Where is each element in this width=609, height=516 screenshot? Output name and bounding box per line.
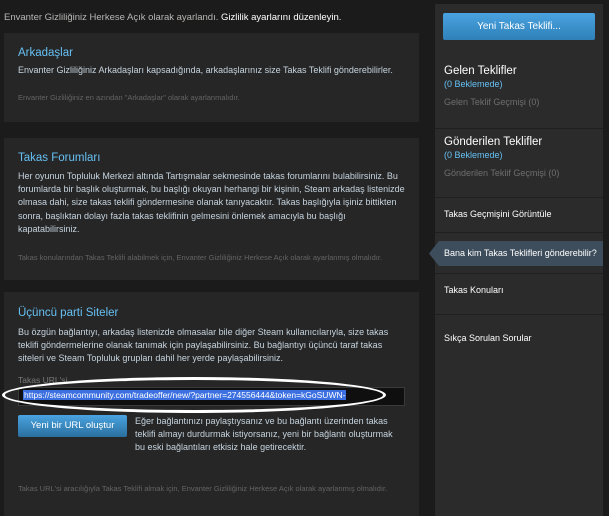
sent-pending-link[interactable]: (0 Beklemede) <box>444 150 599 160</box>
trade-url-input[interactable]: https://steamcommunity.com/tradeoffer/ne… <box>18 386 405 406</box>
trade-url-row: https://steamcommunity.com/tradeoffer/ne… <box>2 376 405 413</box>
trade-topics-link[interactable]: Takas Konuları <box>444 285 504 295</box>
friends-footnote: Envanter Gizliliğiniz en azından "Arkada… <box>18 93 240 103</box>
trade-forums-title: Takas Forumları <box>18 152 101 164</box>
trade-forums-description: Her oyunun Topluluk Merkezi altında Tart… <box>18 171 405 234</box>
third-party-panel: Üçüncü parti Siteler Bu özgün bağlantıyı… <box>2 292 419 516</box>
sent-offers-section: Gönderilen Teklifler (0 Beklemede) Gönde… <box>444 136 599 178</box>
edit-privacy-link[interactable]: Gizlilik ayarlarını düzenleyin. <box>221 12 341 23</box>
view-trade-history-link[interactable]: Takas Geçmişini Görüntüle <box>444 209 552 219</box>
trade-offers-sidebar: Yeni Takas Teklifi... Gelen Teklifler (0… <box>429 4 603 516</box>
sent-history-link[interactable]: Gönderilen Teklif Geçmişi (0) <box>444 168 599 178</box>
faq-link[interactable]: Sıkça Sorulan Sorular <box>444 333 532 343</box>
divider <box>435 314 603 315</box>
third-party-footnote: Takas URL'si aracılığıyla Takas Teklifi … <box>18 484 388 493</box>
incoming-pending-link[interactable]: (0 Beklemede) <box>444 79 599 89</box>
incoming-history-link[interactable]: Gelen Teklif Geçmişi (0) <box>444 97 599 107</box>
privacy-notice-text: Envanter Gizliliğiniz Herkese Açık olara… <box>4 12 219 23</box>
sent-offers-title[interactable]: Gönderilen Teklifler <box>444 136 599 148</box>
who-can-send-offers-link[interactable]: Bana kim Takas Teklifleri gönderebilir? <box>429 241 603 266</box>
trade-forums-footnote: Takas konularından Takas Teklifi alabilm… <box>18 253 383 263</box>
privacy-notice: Envanter Gizliliğiniz Herkese Açık olara… <box>4 12 424 23</box>
new-url-note: Eğer bağlantınızı paylaştıysanız ve bu b… <box>135 415 393 453</box>
friends-description: Envanter Gizliliğiniz Arkadaşları kapsad… <box>18 65 393 75</box>
friends-title: Arkadaşlar <box>18 47 73 59</box>
who-can-send-offers-label: Bana kim Takas Teklifleri gönderebilir? <box>444 248 597 258</box>
new-url-row: Yeni bir URL oluştur Eğer bağlantınızı p… <box>18 414 405 465</box>
incoming-offers-title[interactable]: Gelen Teklifler <box>444 65 599 77</box>
third-party-title: Üçüncü parti Siteler <box>18 307 119 319</box>
trade-forums-panel: Takas Forumları Her oyunun Topluluk Merk… <box>4 138 419 280</box>
friends-panel: Arkadaşlar Envanter Gizliliğiniz Arkadaş… <box>4 33 419 122</box>
divider <box>435 273 603 274</box>
incoming-offers-section: Gelen Teklifler (0 Beklemede) Gelen Tekl… <box>444 65 599 107</box>
third-party-description: Bu özgün bağlantıyı, arkadaş listenizde … <box>18 327 389 364</box>
trade-url-selected-text[interactable]: https://steamcommunity.com/tradeoffer/ne… <box>23 389 347 400</box>
divider <box>435 197 603 198</box>
trade-url-label: Takas URL'si <box>18 374 68 385</box>
create-new-url-button[interactable]: Yeni bir URL oluştur <box>18 414 127 437</box>
new-trade-offer-button[interactable]: Yeni Takas Teklifi... <box>443 13 595 40</box>
divider <box>435 232 603 233</box>
divider <box>435 128 603 129</box>
